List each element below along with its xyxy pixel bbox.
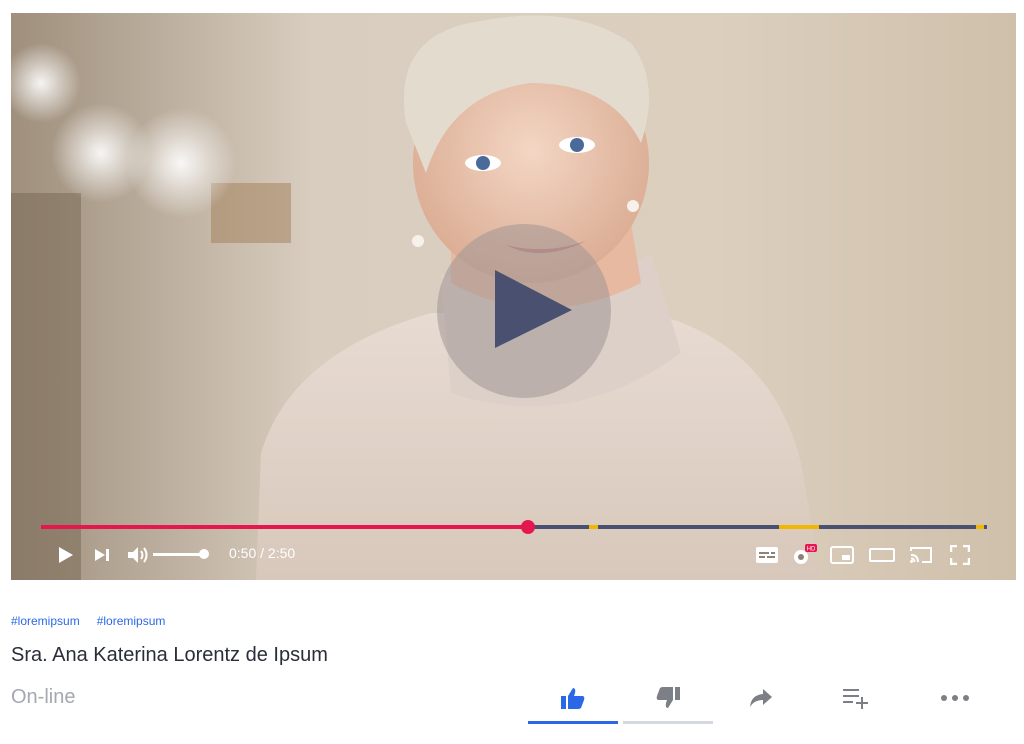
chapter-marker [779, 525, 819, 529]
play-button[interactable] [55, 543, 77, 567]
cast-icon [910, 547, 932, 563]
volume-button[interactable] [126, 543, 150, 567]
more-icon [941, 695, 969, 701]
time-display: 0:50 / 2:50 [229, 545, 295, 561]
video-player[interactable]: 0:50 / 2:50 HD [11, 13, 1016, 580]
fullscreen-icon [950, 545, 970, 565]
dislike-indicator [623, 721, 713, 724]
tag-list: #loremipsum #loremipsum [11, 614, 165, 628]
playlist-add-icon [843, 689, 868, 709]
like-active-indicator [528, 721, 618, 724]
settings-button[interactable]: HD [791, 543, 817, 567]
add-to-playlist-button[interactable] [812, 680, 900, 716]
thumbs-up-icon [561, 688, 585, 709]
tag-link[interactable]: #loremipsum [97, 614, 166, 628]
progress-played [41, 525, 529, 529]
time-separator: / [256, 545, 268, 561]
more-options-button[interactable] [911, 680, 999, 716]
chapter-marker [589, 525, 598, 529]
play-icon [59, 547, 73, 563]
share-icon [750, 689, 772, 707]
tag-link[interactable]: #loremipsum [11, 614, 80, 628]
subtitles-button[interactable] [755, 543, 779, 567]
thumbs-down-icon [656, 687, 680, 708]
duration: 2:50 [267, 545, 296, 561]
big-play-button[interactable] [437, 224, 611, 398]
hd-badge: HD [807, 547, 816, 553]
miniplayer-button[interactable] [829, 543, 855, 567]
like-button[interactable] [529, 680, 617, 716]
theater-mode-button[interactable] [868, 543, 896, 567]
subtitles-icon [756, 547, 778, 563]
cast-button[interactable] [908, 543, 934, 567]
share-button[interactable] [717, 680, 805, 716]
status-text: On-line [11, 686, 76, 708]
play-icon [495, 270, 572, 348]
settings-hd-icon: HD [794, 544, 817, 564]
next-icon [95, 549, 109, 561]
video-title: Sra. Ana Katerina Lorentz de Ipsum [11, 644, 328, 666]
dislike-button[interactable] [624, 680, 712, 716]
fullscreen-button[interactable] [948, 543, 972, 567]
volume-slider-handle[interactable] [199, 549, 209, 559]
volume-icon [128, 547, 148, 563]
theater-icon [869, 548, 895, 562]
progress-bar[interactable] [41, 520, 987, 534]
next-button[interactable] [91, 543, 113, 567]
current-time: 0:50 [229, 545, 257, 561]
miniplayer-icon [830, 546, 854, 564]
chapter-marker [976, 525, 984, 529]
